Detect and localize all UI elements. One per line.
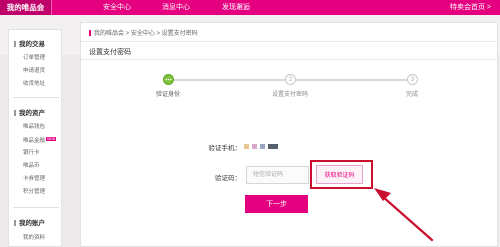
sidebar-item-profile[interactable]: 我的资料 — [23, 235, 45, 242]
sidebar-item-wallet[interactable]: 唯品钱包 — [23, 124, 45, 131]
panel-title: 设置支付密码 — [89, 49, 131, 56]
sidebar-item-finance[interactable]: 唯品金融 NEW — [23, 137, 57, 145]
brand-tab[interactable]: 我的唯品会 — [0, 0, 52, 15]
code-label: 验证码： — [215, 175, 241, 182]
sidebar-item-bank-card[interactable]: 银行卡 — [23, 150, 40, 157]
step-3-label: 完成 — [405, 92, 418, 98]
sidebar-head-account: 我的账户 — [14, 219, 45, 229]
step-connector — [296, 79, 407, 81]
sidebar-item-coupons[interactable]: 卡券管理 — [23, 176, 45, 183]
new-badge: NEW — [46, 137, 57, 141]
phone-label: 验证手机： — [208, 145, 242, 152]
nav-discover[interactable]: 发现邂逅 — [222, 0, 250, 15]
step-1-circle — [163, 74, 174, 85]
sidebar-divider — [13, 97, 59, 98]
breadcrumb: 我的唯品会 > 安全中心 > 设置支付密码 — [89, 28, 198, 37]
sidebar-divider — [13, 207, 59, 208]
sidebar-head-transactions: 我的交易 — [14, 40, 45, 50]
masked-phone-block — [252, 144, 257, 149]
step-3-circle: 3 — [407, 74, 418, 85]
top-bar: 我的唯品会 安全中心 消息中心 发现邂逅 特卖会首页 > — [0, 0, 500, 15]
section-marker — [14, 41, 16, 47]
masked-phone-block — [244, 144, 249, 149]
sidebar-item-orders[interactable]: 订单管理 — [23, 55, 45, 62]
step-connector — [174, 79, 285, 81]
annotation-highlight-box — [310, 160, 373, 189]
sidebar-item-returns[interactable]: 申请退货 — [23, 68, 45, 75]
sidebar: 我的交易 订单管理 申请退货 收货地址 我的资产 唯品钱包 唯品金融 NEW 银行… — [8, 29, 62, 247]
sidebar-head-assets: 我的资产 — [14, 109, 45, 119]
section-marker — [14, 220, 16, 226]
step-2-label: 设置支付密码 — [271, 92, 308, 98]
sidebar-item-points[interactable]: 积分管理 — [23, 189, 45, 196]
panel-title-row: 设置支付密码 — [81, 41, 497, 60]
sidebar-item-addresses[interactable]: 收货地址 — [23, 81, 45, 88]
masked-phone-block — [260, 144, 265, 149]
step-2-circle: 2 — [285, 74, 296, 85]
breadcrumb-marker — [89, 30, 91, 36]
sale-homepage-link[interactable]: 特卖会首页 > — [450, 0, 491, 15]
sidebar-item-vip-coins[interactable]: 唯品币 — [23, 163, 40, 170]
next-step-button[interactable]: 下一步 — [245, 195, 308, 213]
section-marker — [14, 110, 16, 116]
sms-code-input[interactable] — [246, 166, 309, 184]
nav-security-center[interactable]: 安全中心 — [103, 0, 131, 15]
nav-message-center[interactable]: 消息中心 — [162, 0, 190, 15]
step-1-label: 验证身份 — [155, 92, 180, 98]
main-panel: 我的唯品会 > 安全中心 > 设置支付密码 设置支付密码 — [80, 22, 498, 247]
dots-icon — [165, 78, 172, 81]
masked-phone-block — [268, 144, 278, 149]
